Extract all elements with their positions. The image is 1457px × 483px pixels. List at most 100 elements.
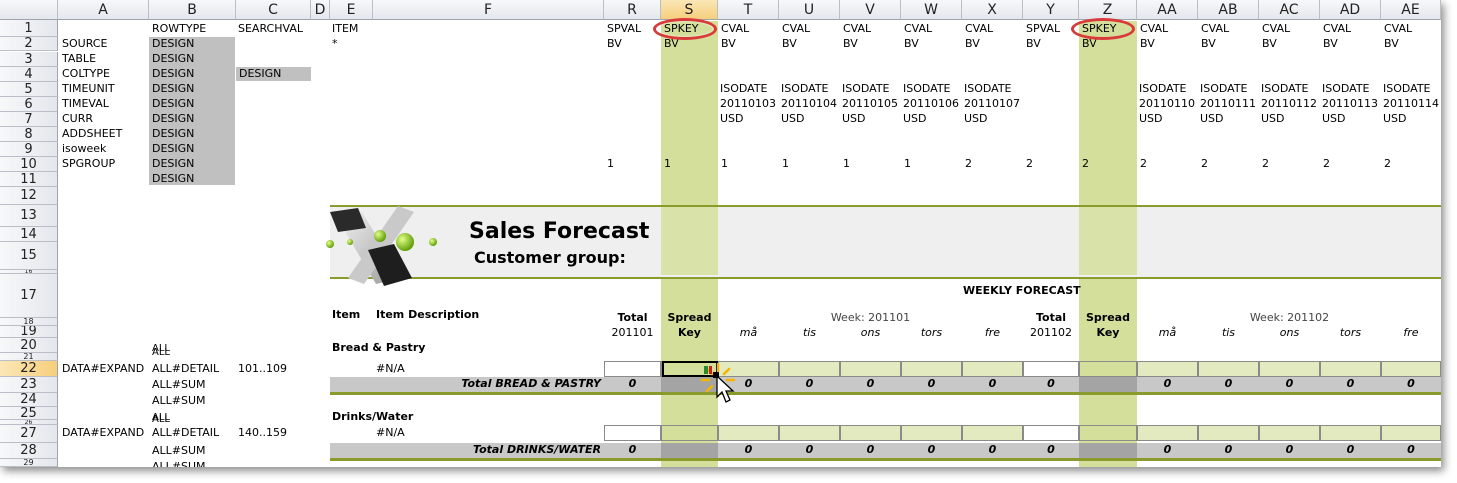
row-header-2[interactable]: 2 — [0, 37, 58, 51]
key-header-z: Key — [1096, 326, 1120, 339]
input-cell-ae-0[interactable] — [1381, 361, 1441, 377]
spgroup-ae: 2 — [1384, 157, 1391, 170]
column-header-v[interactable]: V — [840, 0, 901, 20]
column-header-e[interactable]: E — [330, 0, 373, 20]
input-cell-ad-0[interactable] — [1320, 361, 1381, 377]
row-header-23[interactable]: 23 — [0, 377, 58, 393]
column-header-ab[interactable]: AB — [1198, 0, 1259, 20]
input-cell-y-1[interactable] — [1023, 425, 1079, 441]
column-header-ae[interactable]: AE — [1381, 0, 1441, 20]
row-header-5[interactable]: 5 — [0, 82, 58, 97]
row-header-13[interactable]: 13 — [0, 205, 58, 227]
input-cell-ab-0[interactable] — [1198, 361, 1259, 377]
input-cell-aa-1[interactable] — [1137, 425, 1198, 441]
row-header-21[interactable]: 21 — [0, 353, 58, 361]
column-header-r[interactable]: R — [604, 0, 661, 20]
spgroup-z: 2 — [1082, 157, 1089, 170]
row-header-1[interactable]: 1 — [0, 20, 58, 37]
spgroup-s: 1 — [664, 157, 671, 170]
column-header-y[interactable]: Y — [1023, 0, 1079, 20]
input-cell-ae-1[interactable] — [1381, 425, 1441, 441]
column-header-s[interactable]: S — [661, 0, 718, 20]
input-cell-w-1[interactable] — [901, 425, 962, 441]
column-header-c[interactable]: C — [236, 0, 311, 20]
input-cell-r-0[interactable] — [604, 361, 661, 377]
row-header-15[interactable]: 15 — [0, 242, 58, 270]
input-cell-z-1[interactable] — [1079, 425, 1137, 441]
currency-ad: USD — [1322, 112, 1346, 125]
rowtype-design-10: DESIGN — [152, 157, 195, 170]
input-cell-s-1[interactable] — [661, 425, 718, 441]
spgroup-aa: 2 — [1140, 157, 1147, 170]
row-header-22[interactable]: 22 — [0, 361, 58, 377]
coltype-w: CVAL — [904, 22, 933, 35]
coltype-ab: CVAL — [1201, 22, 1230, 35]
row-header-24[interactable]: 24 — [0, 393, 58, 407]
total-value-u-1: 0 — [805, 443, 814, 456]
row-header-7[interactable]: 7 — [0, 112, 58, 127]
input-cell-u-0[interactable] — [779, 361, 840, 377]
all-detail-1: ALL#DETAIL — [152, 426, 220, 439]
input-cell-ab-1[interactable] — [1198, 425, 1259, 441]
column-header-z[interactable]: Z — [1079, 0, 1137, 20]
select-all-corner[interactable] — [0, 0, 58, 20]
input-cell-ad-1[interactable] — [1320, 425, 1381, 441]
column-header-u[interactable]: U — [779, 0, 840, 20]
row-header-12[interactable]: 12 — [0, 187, 58, 205]
design-label-table: TABLE — [62, 52, 97, 65]
column-header-w[interactable]: W — [901, 0, 962, 20]
row-header-11[interactable]: 11 — [0, 172, 58, 187]
row-header-6[interactable]: 6 — [0, 97, 58, 112]
row-header-28[interactable]: 28 — [0, 443, 58, 459]
row-header-3[interactable]: 3 — [0, 52, 58, 67]
column-header-x[interactable]: X — [962, 0, 1023, 20]
total-value-ab-0: 0 — [1224, 377, 1233, 390]
row-header-25[interactable]: 25 — [0, 407, 58, 420]
spgroup-u: 1 — [782, 157, 789, 170]
currency-t: USD — [720, 112, 744, 125]
row-header-19[interactable]: 19 — [0, 326, 58, 338]
column-header-d[interactable]: D — [311, 0, 330, 20]
input-cell-x-1[interactable] — [962, 425, 1023, 441]
total-week-y: 201102 — [1030, 326, 1072, 339]
input-cell-v-1[interactable] — [840, 425, 901, 441]
input-cell-z-0[interactable] — [1079, 361, 1137, 377]
row-header-29[interactable]: 29 — [0, 459, 58, 467]
coltype-ae: CVAL — [1384, 22, 1413, 35]
input-cell-x-0[interactable] — [962, 361, 1023, 377]
column-header-f[interactable]: F — [373, 0, 604, 20]
coltype-y: SPVAL — [1026, 22, 1061, 35]
input-cell-y-0[interactable] — [1023, 361, 1079, 377]
row-header-18[interactable]: 18 — [0, 318, 58, 326]
column-header-t[interactable]: T — [718, 0, 779, 20]
row-header-20[interactable]: 20 — [0, 338, 58, 353]
column-header-aa[interactable]: AA — [1137, 0, 1198, 20]
coltype-u: CVAL — [782, 22, 811, 35]
row-header-10[interactable]: 10 — [0, 157, 58, 172]
row-header-8[interactable]: 8 — [0, 127, 58, 142]
input-cell-ac-1[interactable] — [1259, 425, 1320, 441]
column-header-ad[interactable]: AD — [1320, 0, 1381, 20]
row-header-17[interactable]: 17 — [0, 274, 58, 318]
day-header-ad: tors — [1339, 326, 1362, 339]
total-header-r: Total — [617, 311, 648, 324]
column-header-ac[interactable]: AC — [1259, 0, 1320, 20]
input-cell-t-1[interactable] — [718, 425, 779, 441]
row-header-4[interactable]: 4 — [0, 67, 58, 82]
row-header-27[interactable]: 27 — [0, 425, 58, 443]
spkey-highlight-circle-z — [1071, 18, 1135, 40]
input-cell-aa-0[interactable] — [1137, 361, 1198, 377]
row-header-9[interactable]: 9 — [0, 142, 58, 157]
column-header-a[interactable]: A — [58, 0, 149, 20]
total-value-y-0: 0 — [1047, 377, 1055, 390]
input-cell-w-0[interactable] — [901, 361, 962, 377]
row-header-14[interactable]: 14 — [0, 227, 58, 242]
data-expand-1: DATA#EXPAND — [62, 426, 145, 439]
input-cell-ac-0[interactable] — [1259, 361, 1320, 377]
column-header-b[interactable]: B — [149, 0, 236, 20]
input-cell-u-1[interactable] — [779, 425, 840, 441]
rowtype-design-8: DESIGN — [152, 127, 195, 140]
input-cell-r-1[interactable] — [604, 425, 661, 441]
rowtype-design-7: DESIGN — [152, 112, 195, 125]
input-cell-v-0[interactable] — [840, 361, 901, 377]
